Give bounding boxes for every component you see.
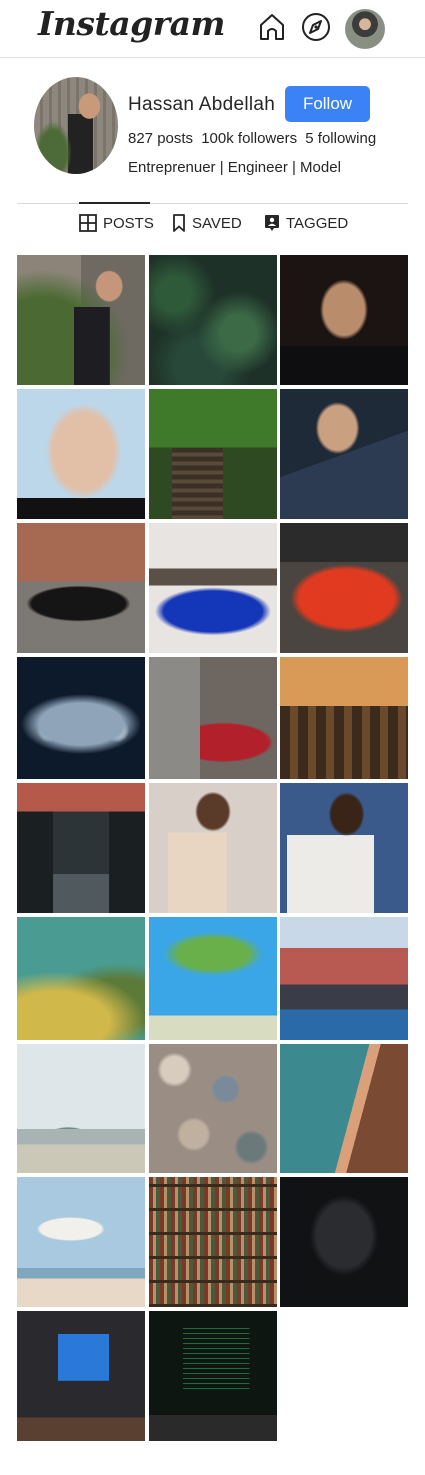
post-tile-man-headphones-book[interactable]	[149, 783, 277, 913]
tab-posts[interactable]: POSTS	[79, 213, 154, 233]
post-tile-beach-umbrella[interactable]	[17, 1177, 145, 1307]
post-tile-red-car-city[interactable]	[149, 657, 277, 779]
post-tile-aerial-coast[interactable]	[280, 1044, 408, 1173]
tab-posts-label: POSTS	[103, 214, 154, 232]
post-tile-man-chess[interactable]	[280, 783, 408, 913]
post-tile-pebbles[interactable]	[149, 1044, 277, 1173]
post-tile-man-sunglasses[interactable]	[280, 389, 408, 519]
profile-username: Hassan Abdellah	[128, 94, 276, 115]
post-tile-city-road-dusk[interactable]	[17, 783, 145, 913]
compass-icon[interactable]	[300, 11, 332, 43]
post-tile-code-monitors[interactable]	[149, 1311, 277, 1441]
grid-icon	[79, 214, 97, 232]
post-tile-aerial-beach-trees[interactable]	[17, 917, 145, 1040]
tab-saved[interactable]: SAVED	[172, 213, 242, 233]
post-tile-mercedes-front[interactable]	[17, 657, 145, 779]
following-count[interactable]: 5 following	[305, 130, 376, 147]
tab-tagged-label: TAGGED	[286, 214, 349, 232]
home-icon[interactable]	[256, 11, 288, 43]
post-tile-library-shelves[interactable]	[149, 1177, 277, 1307]
followers-count[interactable]: 100k followers	[201, 130, 297, 147]
post-tile-city-street-sunset[interactable]	[280, 657, 408, 779]
avatar[interactable]	[345, 9, 385, 49]
profile-picture[interactable]	[34, 77, 118, 174]
top-nav: Instagram	[0, 0, 425, 58]
post-tile-cartoon-portrait[interactable]	[17, 389, 145, 519]
post-tile-cinque-terre[interactable]	[280, 917, 408, 1040]
post-tile-blue-car[interactable]	[149, 523, 277, 653]
post-tile-black-car-street[interactable]	[17, 523, 145, 653]
posts-count: 827 posts	[128, 130, 194, 147]
post-tile-hooded-figure[interactable]	[280, 1177, 408, 1307]
post-tile-palm-tree-sky[interactable]	[149, 917, 277, 1040]
instagram-logo[interactable]: Instagram	[38, 4, 225, 43]
post-tile-computer-desk[interactable]	[17, 1311, 145, 1441]
post-tile-van-beach[interactable]	[17, 1044, 145, 1173]
post-tile-man-sitting-wall[interactable]	[17, 255, 145, 385]
post-tile-red-car[interactable]	[280, 523, 408, 653]
tab-saved-label: SAVED	[192, 214, 242, 232]
follow-button[interactable]: Follow	[285, 86, 370, 122]
tag-icon	[265, 215, 279, 231]
tabs-divider	[17, 203, 408, 204]
post-tile-man-glasses-dark[interactable]	[280, 255, 408, 385]
profile-stats: 827 posts 100k followers 5 following	[128, 130, 380, 147]
post-tile-pine-trees[interactable]	[149, 255, 277, 385]
active-tab-indicator	[79, 202, 150, 204]
post-tile-railway-forest[interactable]	[149, 389, 277, 519]
tab-tagged[interactable]: TAGGED	[264, 213, 348, 233]
profile-bio: Entreprenuer | Engineer | Model	[128, 159, 341, 176]
bookmark-icon	[173, 214, 185, 232]
